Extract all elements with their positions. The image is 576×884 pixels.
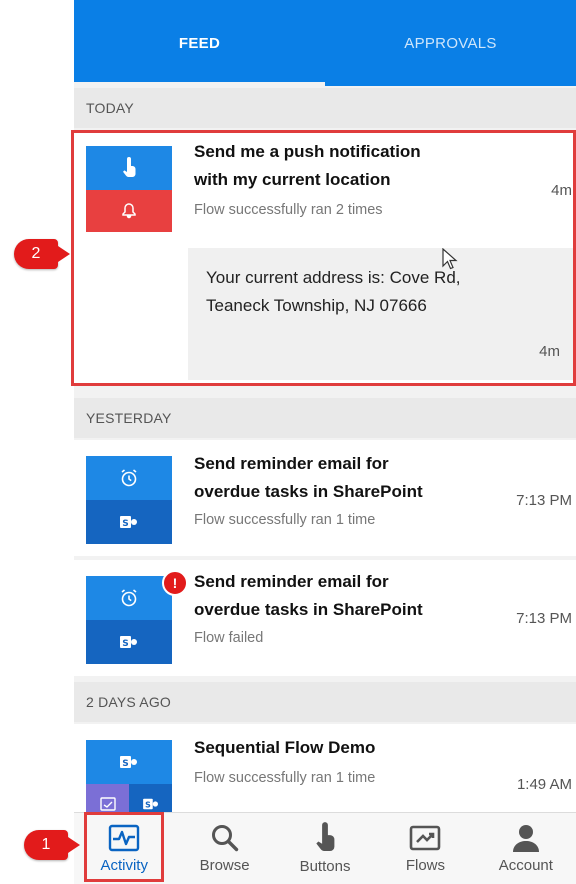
nav-flows[interactable]: Flows	[375, 813, 475, 884]
card-title: Sequential Flow Demo	[194, 738, 376, 757]
mouse-cursor-icon	[442, 248, 458, 270]
card-title-line2: overdue tasks in SharePoint	[194, 600, 423, 619]
sharepoint-icon: S	[120, 516, 137, 529]
svg-text:S: S	[122, 639, 128, 649]
alarm-clock-icon	[121, 589, 137, 607]
activity-card-reminder-failed[interactable]: S ! Send reminder email for overdue task…	[74, 560, 576, 676]
search-icon	[211, 825, 238, 852]
callout-badge-1-label: 1	[41, 836, 51, 853]
alarm-clock-icon	[121, 469, 137, 487]
schedule-trigger-tile	[86, 456, 172, 500]
sharepoint-trigger-tile: S	[86, 740, 172, 784]
callout-badge-1: 1	[24, 830, 80, 860]
error-badge-label: !	[172, 575, 178, 591]
nav-flows-label: Flows	[405, 857, 445, 874]
section-header-today: TODAY	[74, 88, 576, 128]
activity-card-reminder-success[interactable]: S Send reminder email for overdue tasks …	[74, 440, 576, 556]
card-title-line1: Send reminder email for	[194, 572, 389, 591]
card-time: 7:13 PM	[516, 492, 572, 509]
section-header-yesterday: YESTERDAY	[74, 398, 576, 438]
sharepoint-icon: S	[120, 636, 137, 649]
schedule-trigger-tile	[86, 576, 172, 620]
svg-text:S: S	[122, 519, 128, 529]
card-time: 1:49 AM	[516, 776, 572, 793]
flows-icon	[410, 825, 441, 851]
svg-text:S: S	[122, 759, 128, 769]
nav-account-label: Account	[498, 857, 553, 874]
sharepoint-icon: S	[142, 798, 158, 810]
tab-approvals[interactable]: APPROVALS	[325, 0, 576, 86]
svg-text:S: S	[145, 801, 151, 810]
person-icon	[512, 825, 539, 852]
approval-icon	[99, 797, 116, 811]
card-status: Flow failed	[194, 630, 264, 646]
nav-browse[interactable]: Browse	[174, 813, 274, 884]
tab-feed-label: FEED	[178, 34, 221, 52]
sharepoint-action-tile: S	[86, 620, 172, 664]
card-title: Send reminder email for overdue tasks in…	[194, 568, 514, 624]
error-badge: !	[162, 570, 188, 596]
sharepoint-action-tile: S	[86, 500, 172, 544]
flow-thumbnail: S !	[86, 570, 188, 664]
left-margin-strip	[0, 0, 75, 883]
nav-buttons[interactable]: Buttons	[275, 813, 375, 884]
card-status: Flow successfully ran 1 time	[194, 512, 376, 528]
touch-icon	[316, 822, 335, 851]
callout-badge-2: 2	[14, 239, 70, 269]
callout-badge-2-label: 2	[31, 245, 41, 262]
tab-approvals-label: APPROVALS	[404, 34, 497, 52]
tab-bar: FEED APPROVALS	[74, 0, 576, 86]
tab-feed[interactable]: FEED	[74, 0, 325, 86]
callout-highlight-box-2	[71, 130, 576, 386]
flow-thumbnail: S	[86, 456, 172, 544]
nav-buttons-label: Buttons	[299, 858, 351, 875]
nav-account[interactable]: Account	[476, 813, 576, 884]
card-title-line1: Send reminder email for	[194, 454, 389, 473]
card-title: Send reminder email for overdue tasks in…	[194, 450, 514, 506]
card-time: 7:13 PM	[516, 610, 572, 627]
card-title-line2: overdue tasks in SharePoint	[194, 482, 423, 501]
section-header-2-days-ago: 2 DAYS AGO	[74, 682, 576, 722]
sharepoint-icon: S	[120, 756, 137, 769]
activity-card-sequential-flow[interactable]: S S Sequential Flow Demo Flow successful…	[74, 724, 576, 824]
nav-browse-label: Browse	[199, 857, 250, 874]
card-status: Flow successfully ran 1 time	[194, 770, 376, 786]
callout-highlight-box-1	[84, 812, 164, 882]
